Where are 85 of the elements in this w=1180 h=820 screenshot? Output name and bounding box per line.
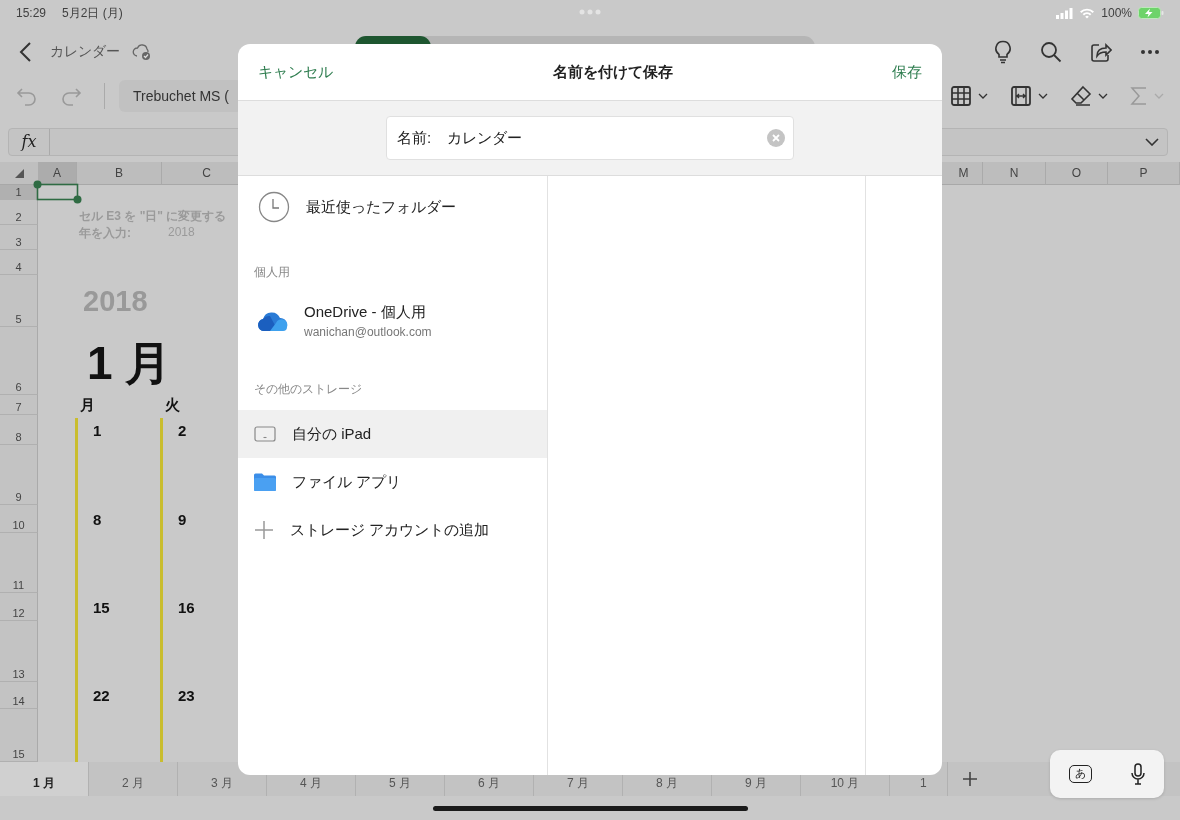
cloud-check-icon xyxy=(132,43,152,61)
more-icon[interactable] xyxy=(1140,49,1160,55)
function-label[interactable]: fx xyxy=(9,129,50,155)
borders-button[interactable] xyxy=(950,85,988,107)
section-header: その他のストレージ xyxy=(253,381,363,398)
status-time: 15:29 xyxy=(16,6,47,20)
caret-icon xyxy=(1098,93,1108,99)
column-header[interactable]: O xyxy=(1046,162,1108,185)
weekday-header: 火 xyxy=(164,396,180,415)
search-icon[interactable] xyxy=(1040,41,1062,63)
row-header[interactable]: 11 xyxy=(0,533,38,593)
input-mode-key[interactable]: あ xyxy=(1069,765,1093,783)
column-header[interactable]: N xyxy=(983,162,1046,185)
save-button[interactable]: 保存 xyxy=(892,62,922,82)
signal-icon xyxy=(1056,7,1074,19)
sheet-tab[interactable]: 1 月 xyxy=(0,762,89,796)
day-number: 8 xyxy=(92,510,102,528)
cloud-icon xyxy=(256,310,288,332)
location-name: 自分の iPad xyxy=(292,424,372,444)
row-header[interactable]: 3 xyxy=(0,225,38,250)
plus-icon xyxy=(254,520,274,540)
column-header[interactable]: B xyxy=(77,162,162,185)
eraser-button[interactable] xyxy=(1070,85,1108,107)
microphone-icon[interactable] xyxy=(1130,763,1145,785)
column-header[interactable]: P xyxy=(1108,162,1180,185)
lightbulb-icon[interactable] xyxy=(994,40,1012,64)
caret-icon xyxy=(1154,93,1164,99)
cancel-button[interactable]: キャンセル xyxy=(258,62,333,82)
name-label: 名前: xyxy=(397,128,432,148)
day-number: 1 xyxy=(92,421,102,439)
row-header[interactable]: 15 xyxy=(0,709,38,762)
battery-icon xyxy=(1138,7,1164,19)
document-name[interactable]: カレンダー xyxy=(50,43,120,61)
add-sheet-icon[interactable] xyxy=(962,771,978,787)
account-email: wanichan@outlook.com xyxy=(304,325,432,339)
expand-caret-icon[interactable] xyxy=(1145,138,1159,146)
sheet-tab[interactable]: 2 月 xyxy=(89,762,178,796)
row-header[interactable]: 9 xyxy=(0,445,38,505)
column-header[interactable]: A xyxy=(38,162,77,185)
battery-percent: 100% xyxy=(1101,6,1132,20)
day-number: 22 xyxy=(92,687,110,704)
select-all-icon[interactable] xyxy=(14,168,24,178)
month-title: 1 月 xyxy=(86,336,172,391)
day-number: 9 xyxy=(177,510,187,528)
back-icon[interactable] xyxy=(18,41,32,63)
location-item[interactable]: ファイル アプリ xyxy=(238,458,547,506)
row-header[interactable]: 6 xyxy=(0,327,38,395)
row-header[interactable]: 12 xyxy=(0,593,38,621)
day-number: 2 xyxy=(177,421,187,439)
wifi-icon xyxy=(1079,7,1096,19)
row-header[interactable]: 13 xyxy=(0,621,38,682)
share-icon[interactable] xyxy=(1090,41,1112,63)
row-header[interactable]: 8 xyxy=(0,415,38,445)
location-name: OneDrive - 個人用 xyxy=(304,303,427,322)
more-dots-icon[interactable] xyxy=(579,9,601,15)
location-item[interactable]: ストレージ アカウントの追加 xyxy=(238,506,547,554)
folder-icon xyxy=(254,473,276,491)
row-header[interactable]: 14 xyxy=(0,682,38,709)
column-width-button[interactable] xyxy=(1010,85,1048,107)
file-name-field[interactable]: 名前: カレンダー xyxy=(386,116,794,160)
row-header[interactable]: 10 xyxy=(0,505,38,533)
weekday-header: 月 xyxy=(79,396,95,415)
cell-selection[interactable] xyxy=(33,180,83,205)
row-header[interactable]: 7 xyxy=(0,395,38,415)
caret-icon xyxy=(978,93,988,99)
status-date: 5月2日 (月) xyxy=(62,4,123,22)
clock-icon xyxy=(258,191,290,223)
location-name: ストレージ アカウントの追加 xyxy=(290,520,490,540)
location-name: ファイル アプリ xyxy=(292,472,402,492)
section-header: 個人用 xyxy=(253,264,291,281)
location-item[interactable]: 自分の iPad xyxy=(238,410,547,458)
column-header[interactable]: M xyxy=(945,162,983,185)
name-value: カレンダー xyxy=(447,128,523,148)
day-number: 15 xyxy=(92,598,110,616)
row-header[interactable]: 5 xyxy=(0,275,38,327)
row-header[interactable]: 4 xyxy=(0,250,38,275)
day-number: 23 xyxy=(177,687,195,704)
location-name: 最近使ったフォルダー xyxy=(306,197,456,217)
day-number: 16 xyxy=(177,598,195,616)
row-header[interactable]: 1 xyxy=(0,185,38,200)
dialog-title: 名前を付けて保存 xyxy=(552,62,673,82)
location-item[interactable]: OneDrive - 個人用 wanichan@outlook.com xyxy=(238,293,547,349)
caret-icon xyxy=(1038,93,1048,99)
row-header[interactable]: 2 xyxy=(0,200,38,225)
tablet-icon xyxy=(254,426,276,442)
